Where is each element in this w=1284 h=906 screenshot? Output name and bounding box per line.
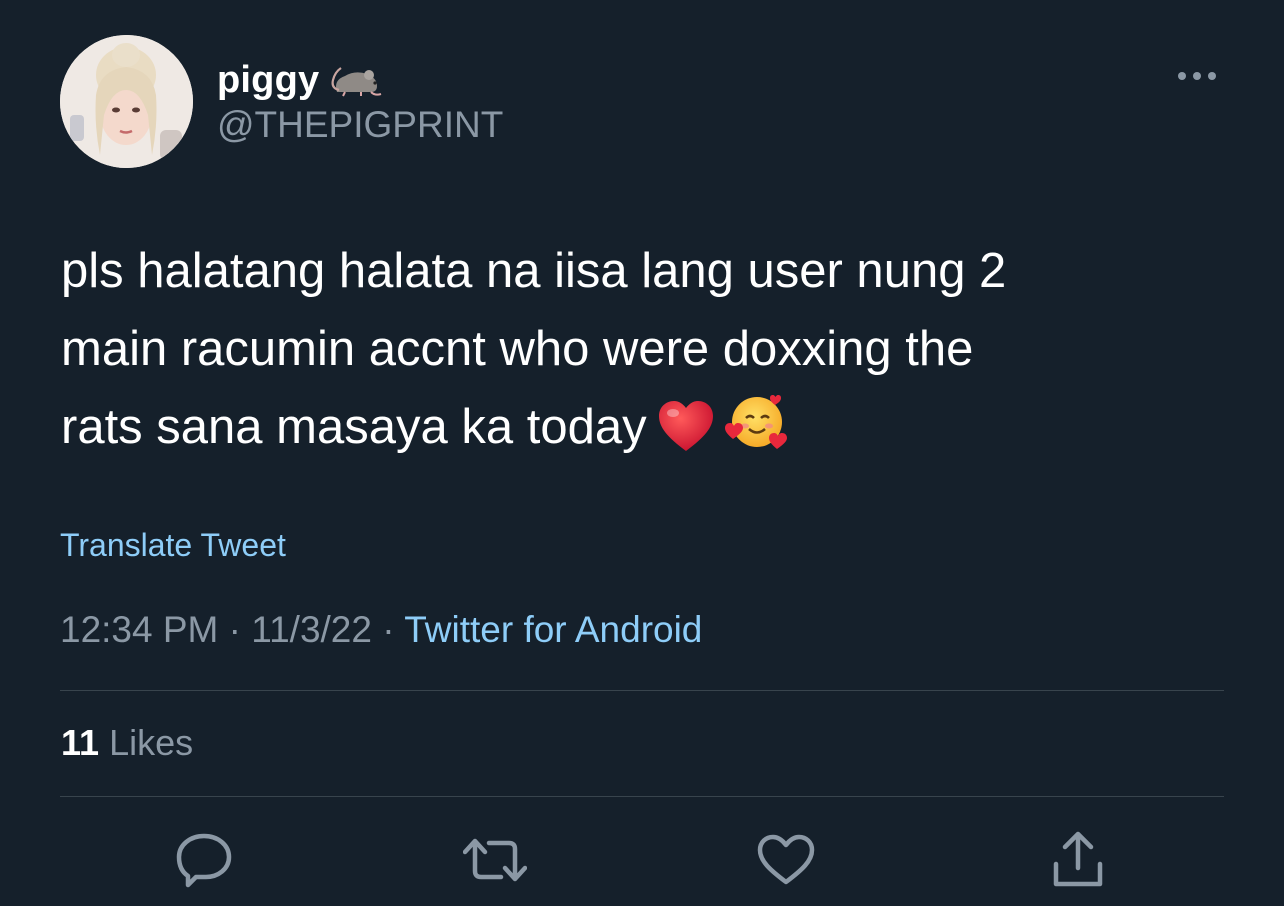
tweet-text-line: pls halatang halata na iisa lang user nu… [61, 244, 1007, 298]
more-options-button[interactable] [1172, 58, 1222, 94]
retweet-icon [463, 838, 527, 882]
tweet-source-link[interactable]: Twitter for Android [404, 609, 702, 650]
divider [60, 690, 1224, 691]
tweet-date[interactable]: 11/3/22 [251, 609, 372, 650]
more-dot-icon [1178, 72, 1186, 80]
meta-separator: · [382, 609, 395, 650]
red-heart-icon [657, 398, 715, 476]
avatar-image [60, 35, 193, 168]
display-name[interactable]: piggy [217, 59, 319, 102]
smiling-face-with-hearts-icon [724, 391, 787, 476]
avatar[interactable] [60, 35, 193, 168]
more-dot-icon [1193, 72, 1201, 80]
tweet-text: pls halatang halata na iisa lang user nu… [61, 232, 1221, 476]
user-handle[interactable]: @THEPIGPRINT [217, 104, 503, 146]
divider [60, 796, 1224, 797]
likes-stat[interactable]: 11 Likes [61, 722, 193, 764]
likes-label: Likes [109, 722, 194, 763]
share-icon [1053, 831, 1103, 887]
share-button[interactable] [1046, 828, 1110, 892]
author-name-row[interactable]: piggy [217, 56, 383, 104]
translate-tweet-link[interactable]: Translate Tweet [60, 527, 286, 564]
tweet-text-line-last: rats sana masaya ka today [61, 388, 1221, 476]
like-icon [757, 834, 815, 885]
retweet-button[interactable] [463, 828, 527, 892]
tweet-text-line: main racumin accnt who were doxxing the [61, 322, 974, 376]
tweet-text-line: rats sana masaya ka today [61, 400, 647, 454]
more-dot-icon [1208, 72, 1216, 80]
tweet-metadata: 12:34 PM · 11/3/22 · Twitter for Android [60, 609, 702, 651]
likes-count: 11 [61, 722, 100, 763]
like-button[interactable] [754, 828, 818, 892]
reply-button[interactable] [172, 828, 236, 892]
tweet-time[interactable]: 12:34 PM [60, 609, 218, 650]
rat-icon [331, 58, 383, 103]
reply-icon [176, 833, 232, 888]
meta-separator: · [228, 609, 241, 650]
